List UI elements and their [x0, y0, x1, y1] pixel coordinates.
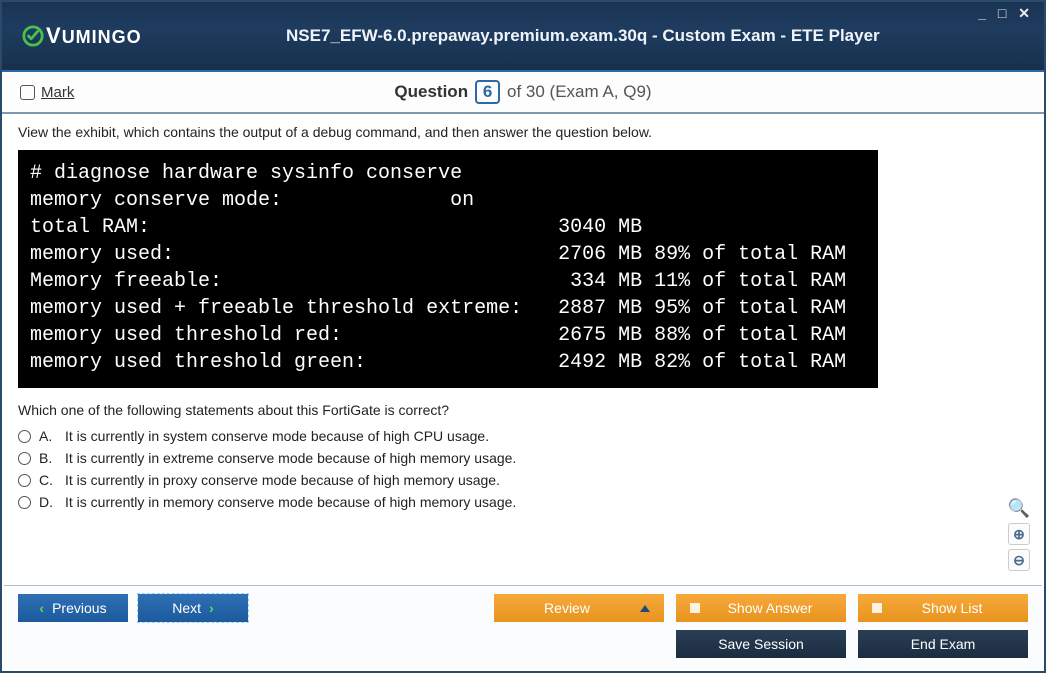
option-letter: C. — [39, 472, 57, 488]
show-answer-button[interactable]: Show Answer — [676, 594, 846, 622]
option-text: It is currently in system conserve mode … — [65, 428, 489, 444]
option-text: It is currently in extreme conserve mode… — [65, 450, 516, 466]
show-list-button[interactable]: Show List — [858, 594, 1028, 622]
option-text: It is currently in memory conserve mode … — [65, 494, 516, 510]
radio-icon[interactable] — [18, 430, 31, 443]
magnifier-icon[interactable]: 🔍 — [1008, 497, 1030, 519]
option-letter: A. — [39, 428, 57, 444]
end-exam-button[interactable]: End Exam — [858, 630, 1028, 658]
zoom-out-button[interactable]: ⊖ — [1008, 549, 1030, 571]
option-a[interactable]: A. It is currently in system conserve mo… — [18, 428, 1028, 444]
question-indicator: Question 6 of 30 (Exam A, Q9) — [2, 80, 1044, 104]
footer-toolbar: ‹ Previous Next › Review Show Answer Sho… — [4, 585, 1042, 669]
radio-icon[interactable] — [18, 452, 31, 465]
question-content: View the exhibit, which contains the out… — [4, 116, 1042, 583]
window-title: NSE7_EFW-6.0.prepaway.premium.exam.30q -… — [286, 26, 880, 45]
option-letter: D. — [39, 494, 57, 510]
chevron-left-icon: ‹ — [39, 600, 44, 616]
option-b[interactable]: B. It is currently in extreme conserve m… — [18, 450, 1028, 466]
mark-checkbox[interactable]: Mark — [20, 84, 74, 101]
zoom-tools: 🔍 ⊕ ⊖ — [1008, 497, 1030, 571]
zoom-in-button[interactable]: ⊕ — [1008, 523, 1030, 545]
brand-text: VUMINGO — [46, 23, 142, 49]
review-button[interactable]: Review — [494, 594, 664, 622]
option-d[interactable]: D. It is currently in memory conserve mo… — [18, 494, 1028, 510]
checkbox-icon[interactable] — [20, 85, 35, 100]
question-header: Mark Question 6 of 30 (Exam A, Q9) — [2, 72, 1044, 114]
radio-icon[interactable] — [18, 474, 31, 487]
app-logo: VUMINGO — [22, 23, 142, 49]
question-prompt: Which one of the following statements ab… — [18, 402, 1028, 418]
stop-icon — [872, 603, 882, 613]
triangle-up-icon — [640, 605, 650, 612]
previous-button[interactable]: ‹ Previous — [18, 594, 128, 622]
window-controls[interactable]: _ □ ✕ — [978, 6, 1034, 20]
question-number: 6 — [475, 80, 500, 104]
radio-icon[interactable] — [18, 496, 31, 509]
chevron-right-icon: › — [209, 600, 214, 616]
option-text: It is currently in proxy conserve mode b… — [65, 472, 500, 488]
save-session-button[interactable]: Save Session — [676, 630, 846, 658]
mark-label: Mark — [41, 84, 74, 101]
next-button[interactable]: Next › — [138, 594, 248, 622]
check-circle-icon — [22, 25, 44, 47]
answer-options: A. It is currently in system conserve mo… — [18, 428, 1028, 510]
stop-icon — [690, 603, 700, 613]
option-c[interactable]: C. It is currently in proxy conserve mod… — [18, 472, 1028, 488]
option-letter: B. — [39, 450, 57, 466]
question-instruction: View the exhibit, which contains the out… — [18, 124, 1028, 140]
exhibit-terminal: # diagnose hardware sysinfo conserve mem… — [18, 150, 878, 388]
title-bar: VUMINGO NSE7_EFW-6.0.prepaway.premium.ex… — [2, 2, 1044, 72]
